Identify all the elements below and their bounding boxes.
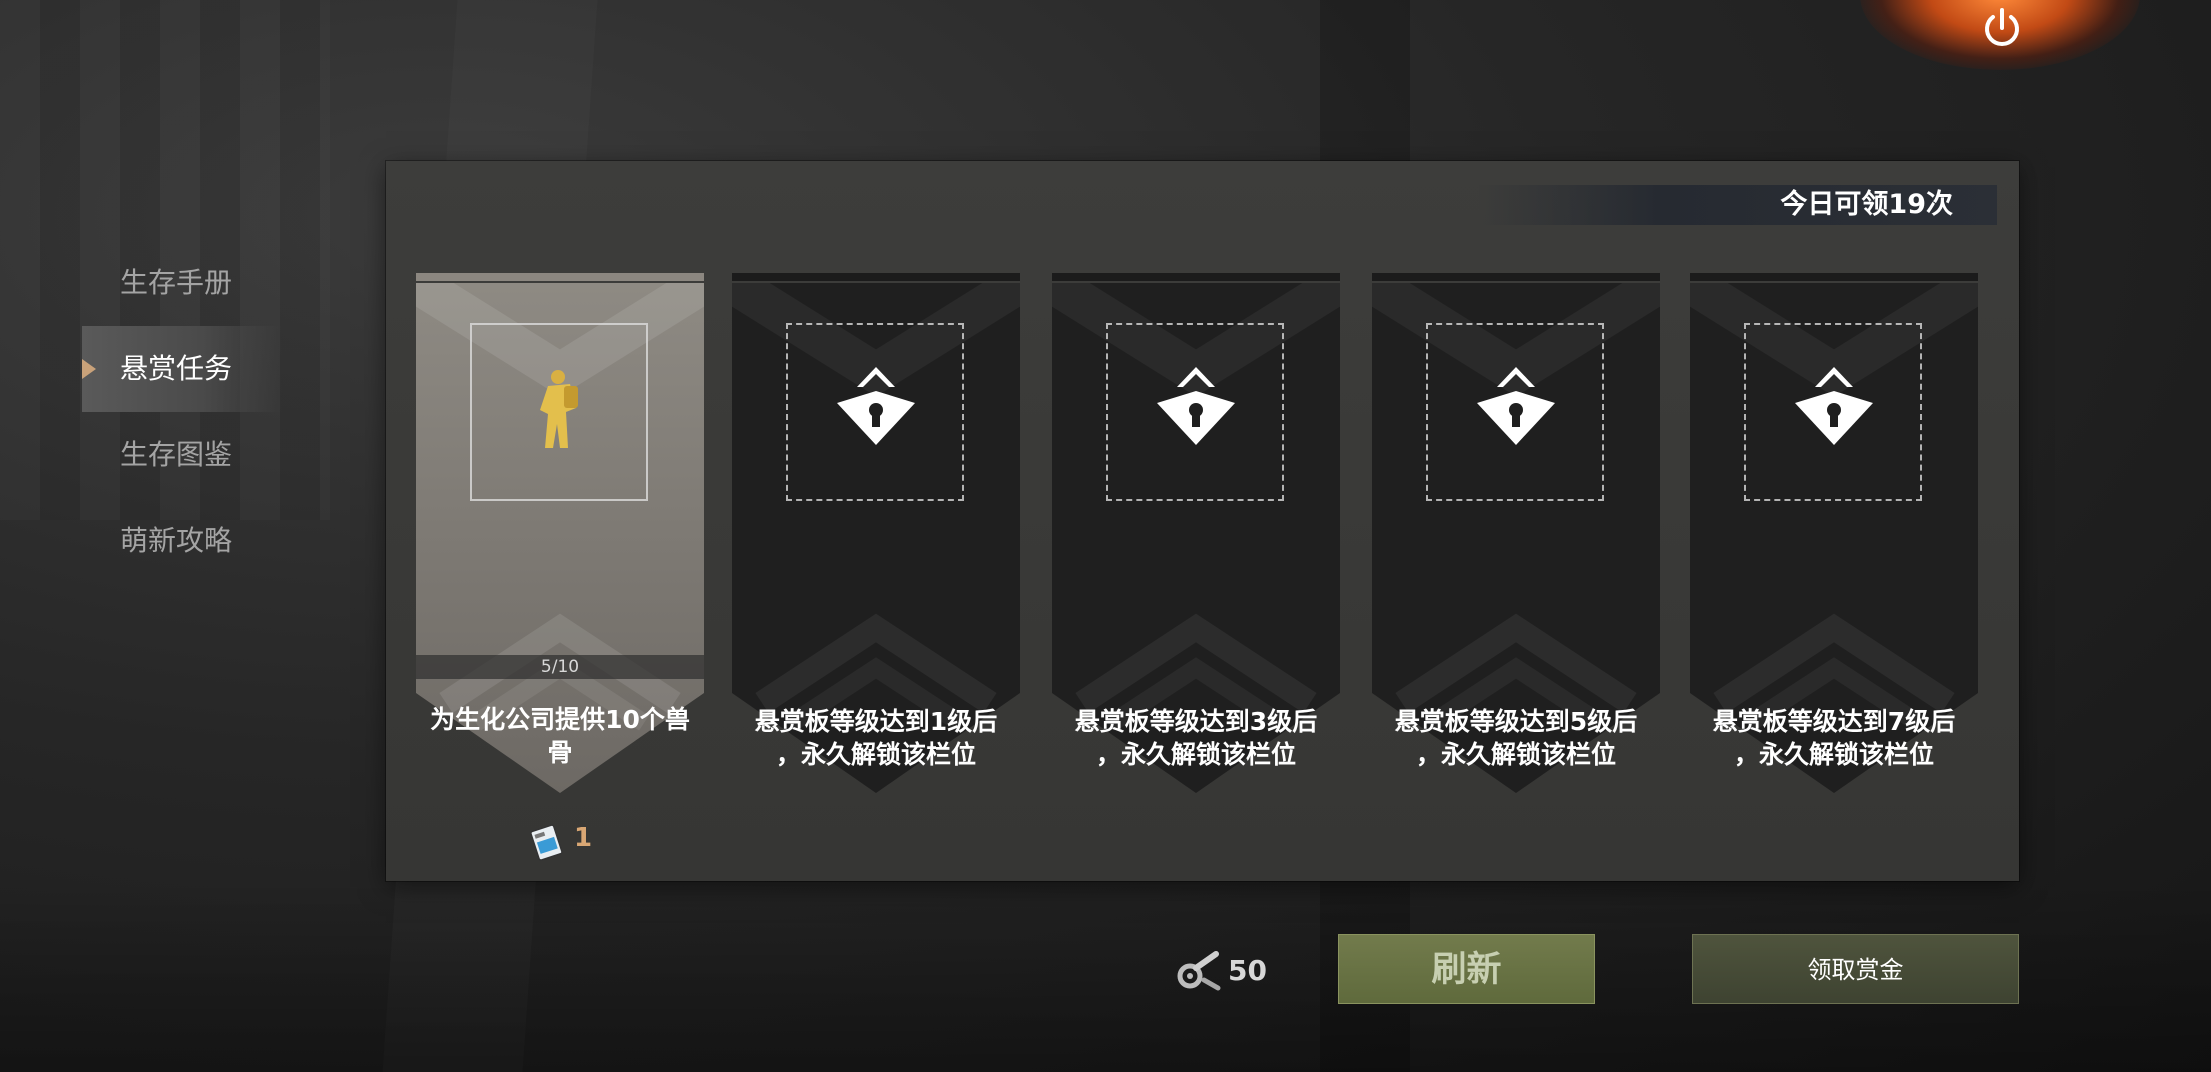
- menu-item-beginner-guide[interactable]: 萌新攻略: [82, 498, 282, 584]
- slot-top-line: [416, 273, 704, 281]
- menu-item-bounty-tasks[interactable]: 悬赏任务: [82, 326, 282, 412]
- menu-item-label: 生存手册: [120, 266, 233, 299]
- lock-icon: [837, 367, 915, 445]
- reward-count: 1: [574, 823, 593, 853]
- survivor-figure-icon: [540, 370, 578, 448]
- blue-card-icon: [530, 824, 563, 861]
- task-description: 悬赏板等级达到5级后 ，永久解锁该栏位: [1382, 705, 1650, 771]
- claim-bounty-button[interactable]: 领取赏金: [1692, 934, 2019, 1004]
- bounty-slot-2[interactable]: 悬赏板等级达到1级后 ，永久解锁该栏位: [732, 273, 1020, 793]
- bounty-slot-5[interactable]: 悬赏板等级达到7级后 ，永久解锁该栏位: [1690, 273, 1978, 793]
- task-description-line: 悬赏板等级达到3级后: [1074, 707, 1318, 736]
- task-reward: 1: [526, 821, 616, 861]
- task-description: 悬赏板等级达到7级后 ，永久解锁该栏位: [1700, 705, 1968, 771]
- parts-icon: [1177, 951, 1221, 991]
- menu-item-label: 萌新攻略: [120, 524, 233, 557]
- task-progress: 5/10: [416, 655, 704, 679]
- task-description-line: 悬赏板等级达到1级后: [754, 707, 998, 736]
- daily-claims-banner: 今日可领19次: [1477, 185, 1997, 225]
- active-indicator-icon: [82, 359, 96, 379]
- task-description: 为生化公司提供10个兽 骨: [426, 703, 694, 769]
- daily-claims-text: 今日可领19次: [1780, 189, 1953, 220]
- bounty-panel: 今日可领19次 5/10 为生化公司提供10个兽 骨 1 悬赏板等级达到1级后 …: [386, 161, 2019, 881]
- menu-item-survival-handbook[interactable]: 生存手册: [82, 240, 282, 326]
- task-description-line: ，永久解锁该栏位: [775, 740, 976, 769]
- power-icon: [1985, 8, 2019, 46]
- slot-top-line: [1690, 273, 1978, 281]
- task-description-line: 悬赏板等级达到7级后: [1712, 707, 1956, 736]
- task-description: 悬赏板等级达到1级后 ，永久解锁该栏位: [742, 705, 1010, 771]
- bounty-slot-1[interactable]: 5/10 为生化公司提供10个兽 骨 1: [416, 273, 704, 861]
- lock-icon: [1157, 367, 1235, 445]
- slot-top-line: [1372, 273, 1660, 281]
- task-description-line: 为生化公司提供10个兽: [430, 705, 690, 734]
- lock-icon: [1477, 367, 1555, 445]
- task-description-line: ，永久解锁该栏位: [1415, 740, 1616, 769]
- bounty-slot-4[interactable]: 悬赏板等级达到5级后 ，永久解锁该栏位: [1372, 273, 1660, 793]
- task-description-line: ，永久解锁该栏位: [1733, 740, 1934, 769]
- task-description-line: 骨: [547, 738, 573, 767]
- power-button[interactable]: [1978, 4, 2026, 52]
- lock-icon: [1795, 367, 1873, 445]
- menu-item-label: 生存图鉴: [120, 438, 233, 471]
- task-description: 悬赏板等级达到3级后 ，永久解锁该栏位: [1062, 705, 1330, 771]
- task-description-line: 悬赏板等级达到5级后: [1394, 707, 1638, 736]
- slot-top-line: [1052, 273, 1340, 281]
- menu-item-survival-codex[interactable]: 生存图鉴: [82, 412, 282, 498]
- refresh-button[interactable]: 刷新: [1338, 934, 1595, 1004]
- refresh-cost: 50: [1176, 950, 1296, 994]
- slot-top-line: [732, 273, 1020, 281]
- menu-item-label: 悬赏任务: [120, 352, 233, 385]
- side-menu: 生存手册 悬赏任务 生存图鉴 萌新攻略: [82, 240, 282, 584]
- task-description-line: ，永久解锁该栏位: [1095, 740, 1296, 769]
- bounty-slot-3[interactable]: 悬赏板等级达到3级后 ，永久解锁该栏位: [1052, 273, 1340, 793]
- refresh-cost-value: 50: [1228, 954, 1267, 987]
